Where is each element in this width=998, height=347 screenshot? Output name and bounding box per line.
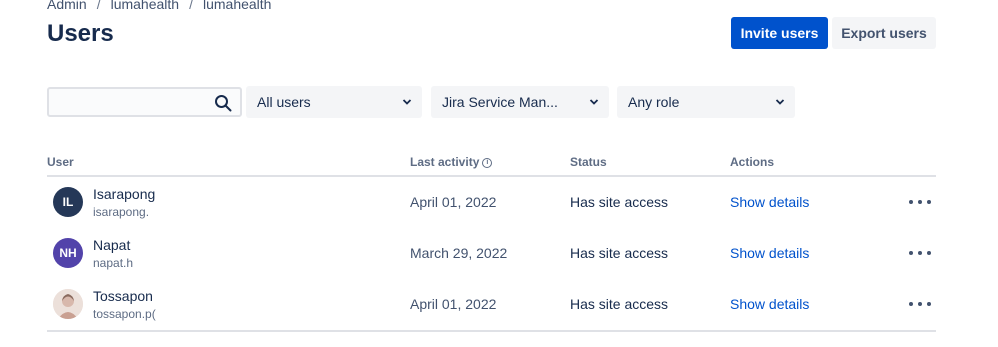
- user-name: Tossapon: [93, 288, 153, 304]
- user-type-select[interactable]: All users: [246, 86, 422, 118]
- export-users-button[interactable]: Export users: [832, 17, 936, 49]
- search-icon[interactable]: [214, 94, 232, 112]
- user-email: isarapong.: [93, 205, 150, 219]
- chevron-down-icon: [402, 99, 412, 105]
- status-text: Has site access: [570, 194, 669, 210]
- avatar-photo-image: [53, 289, 83, 319]
- more-actions-icon[interactable]: [909, 243, 931, 263]
- status-text: Has site access: [570, 245, 669, 261]
- breadcrumb-item-site[interactable]: lumahealth: [203, 0, 272, 12]
- chevron-down-icon: [775, 99, 785, 105]
- breadcrumb: Admin / lumahealth / lumahealth: [47, 0, 271, 12]
- invite-users-button[interactable]: Invite users: [731, 17, 828, 49]
- table-row: IL Isarapong isarapong. April 01, 2022 H…: [47, 177, 936, 228]
- product-select[interactable]: Jira Service Man...: [431, 86, 609, 118]
- user-email: tossapon.p(: [93, 307, 156, 321]
- show-details-link[interactable]: Show details: [730, 194, 809, 210]
- role-select[interactable]: Any role: [617, 86, 795, 118]
- product-value: Jira Service Man...: [442, 94, 558, 110]
- table-header: User Last activity i Status Actions: [47, 150, 936, 177]
- column-header-last-activity-label: Last activity: [410, 155, 480, 169]
- last-activity: April 01, 2022: [410, 194, 497, 210]
- last-activity: April 01, 2022: [410, 296, 497, 312]
- last-activity: March 29, 2022: [410, 245, 508, 261]
- user-email: napat.h: [93, 256, 134, 270]
- column-header-actions: Actions: [730, 155, 775, 169]
- column-header-status: Status: [570, 155, 607, 169]
- user-name: Isarapong: [93, 186, 156, 202]
- breadcrumb-separator: /: [96, 0, 101, 12]
- chevron-down-icon: [589, 99, 599, 105]
- role-value: Any role: [628, 94, 680, 110]
- user-type-value: All users: [257, 94, 311, 110]
- info-icon[interactable]: i: [482, 157, 493, 168]
- avatar: NH: [53, 238, 83, 268]
- user-name: Napat: [93, 237, 131, 253]
- status-text: Has site access: [570, 296, 669, 312]
- search-input[interactable]: [47, 87, 242, 117]
- table-row: Tossapon tossapon.p( April 01, 2022 Has …: [47, 279, 936, 330]
- column-header-user[interactable]: User: [47, 155, 74, 169]
- column-header-last-activity[interactable]: Last activity i: [410, 155, 493, 169]
- show-details-link[interactable]: Show details: [730, 245, 809, 261]
- more-actions-icon[interactable]: [909, 294, 931, 314]
- breadcrumb-separator: /: [189, 0, 193, 12]
- page-title: Users: [47, 20, 114, 47]
- breadcrumb-item-org[interactable]: lumahealth: [111, 0, 180, 12]
- show-details-link[interactable]: Show details: [730, 296, 809, 312]
- more-actions-icon[interactable]: [909, 192, 931, 212]
- table-divider: [47, 330, 936, 332]
- avatar-photo: [53, 289, 83, 319]
- breadcrumb-item-admin[interactable]: Admin: [47, 0, 87, 12]
- avatar: IL: [53, 187, 83, 217]
- table-row: NH Napat napat.h March 29, 2022 Has site…: [47, 228, 936, 279]
- users-table: User Last activity i Status Actions IL Is…: [47, 150, 936, 332]
